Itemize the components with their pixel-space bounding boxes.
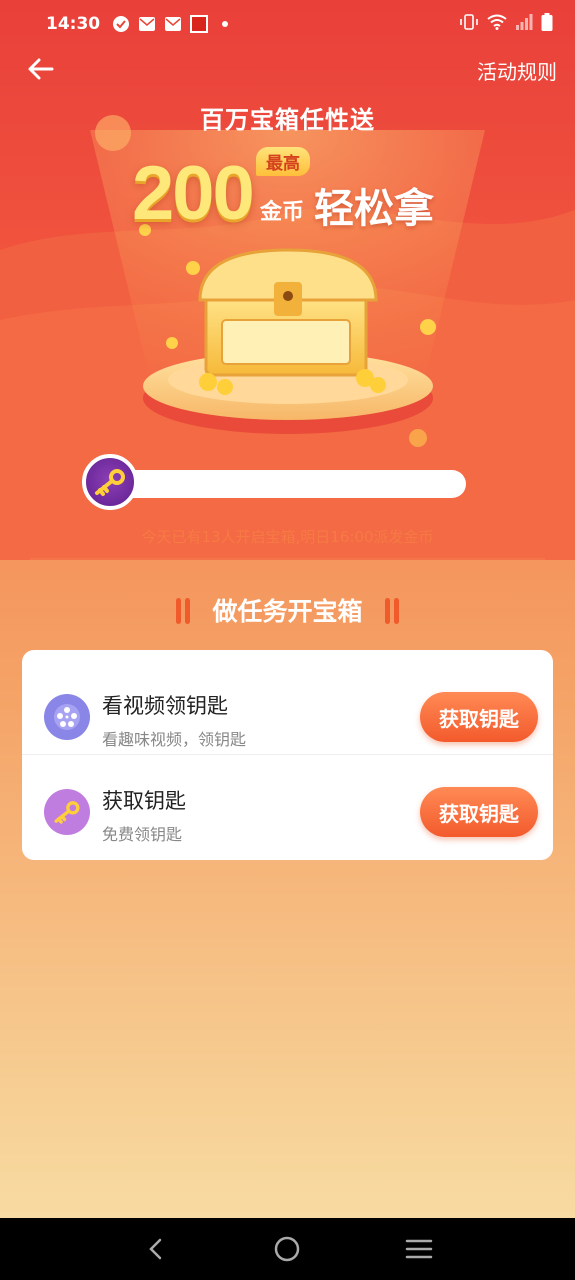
vibrate-icon [459, 13, 479, 35]
task-title: 看视频领钥匙 [102, 694, 228, 718]
dot-icon [216, 15, 234, 33]
get-key-button[interactable]: 获取钥匙 [420, 787, 538, 837]
title-bar-decoration [385, 598, 391, 624]
task-subtitle: 免费领钥匙 [102, 825, 183, 844]
check-circle-icon [112, 15, 130, 33]
title-bar-decoration [184, 598, 190, 624]
mail-icon [138, 15, 156, 33]
task-subtitle: 看趣味视频，领钥匙 [102, 730, 247, 749]
app-notification-icon [190, 15, 209, 33]
nav-menu-button[interactable] [399, 1229, 439, 1269]
hero-headline: 百万宝箱任性送 [200, 106, 375, 134]
title-bar-decoration [175, 598, 181, 624]
title-bar-decoration [394, 598, 400, 624]
mail-icon [164, 15, 182, 33]
key-icon [95, 469, 125, 496]
arrow-left-icon [28, 58, 54, 80]
status-time: 14:30 [46, 14, 101, 34]
task-title: 获取钥匙 [102, 789, 186, 813]
get-key-button[interactable]: 获取钥匙 [420, 692, 538, 742]
activity-rules-link[interactable]: 活动规则 [477, 56, 557, 85]
system-nav-bar [0, 1218, 575, 1280]
task-card: 看视频领钥匙 看趣味视频，领钥匙 获取钥匙 获取钥匙 免费领钥匙 获取钥匙 [22, 650, 553, 860]
nav-back-button[interactable] [136, 1229, 176, 1269]
nav-home-button[interactable] [267, 1229, 307, 1269]
menu-icon [405, 1239, 433, 1259]
hero-amount: 200 [132, 151, 255, 236]
progress-note: 今天已有13人开启宝箱,明日16:00派发金币 [141, 528, 434, 546]
section-title-text: 做任务开宝箱 [212, 597, 363, 626]
wifi-icon [487, 14, 507, 35]
hero-tagline: 轻松拿 [314, 186, 434, 232]
max-badge: 最高 [256, 147, 310, 176]
status-bar: 14:30 [0, 0, 575, 48]
task-row-watch-video: 看视频领钥匙 看趣味视频，领钥匙 获取钥匙 [22, 650, 553, 755]
film-reel-icon [44, 694, 90, 740]
hero-unit: 金币 [260, 200, 305, 225]
top-bar: 活动规则 [0, 48, 575, 88]
key-progress-bar [82, 454, 466, 510]
signal-icon [515, 13, 533, 35]
task-row-get-key: 获取钥匙 免费领钥匙 获取钥匙 [22, 755, 553, 860]
section-title: 做任务开宝箱 [0, 592, 575, 628]
divider [30, 558, 545, 560]
home-circle-icon [275, 1236, 300, 1262]
progress-track [106, 470, 466, 498]
battery-icon [541, 12, 553, 36]
key-badge [82, 454, 138, 510]
key-icon [44, 789, 90, 835]
back-button[interactable] [24, 52, 58, 86]
chevron-left-icon [149, 1238, 162, 1260]
